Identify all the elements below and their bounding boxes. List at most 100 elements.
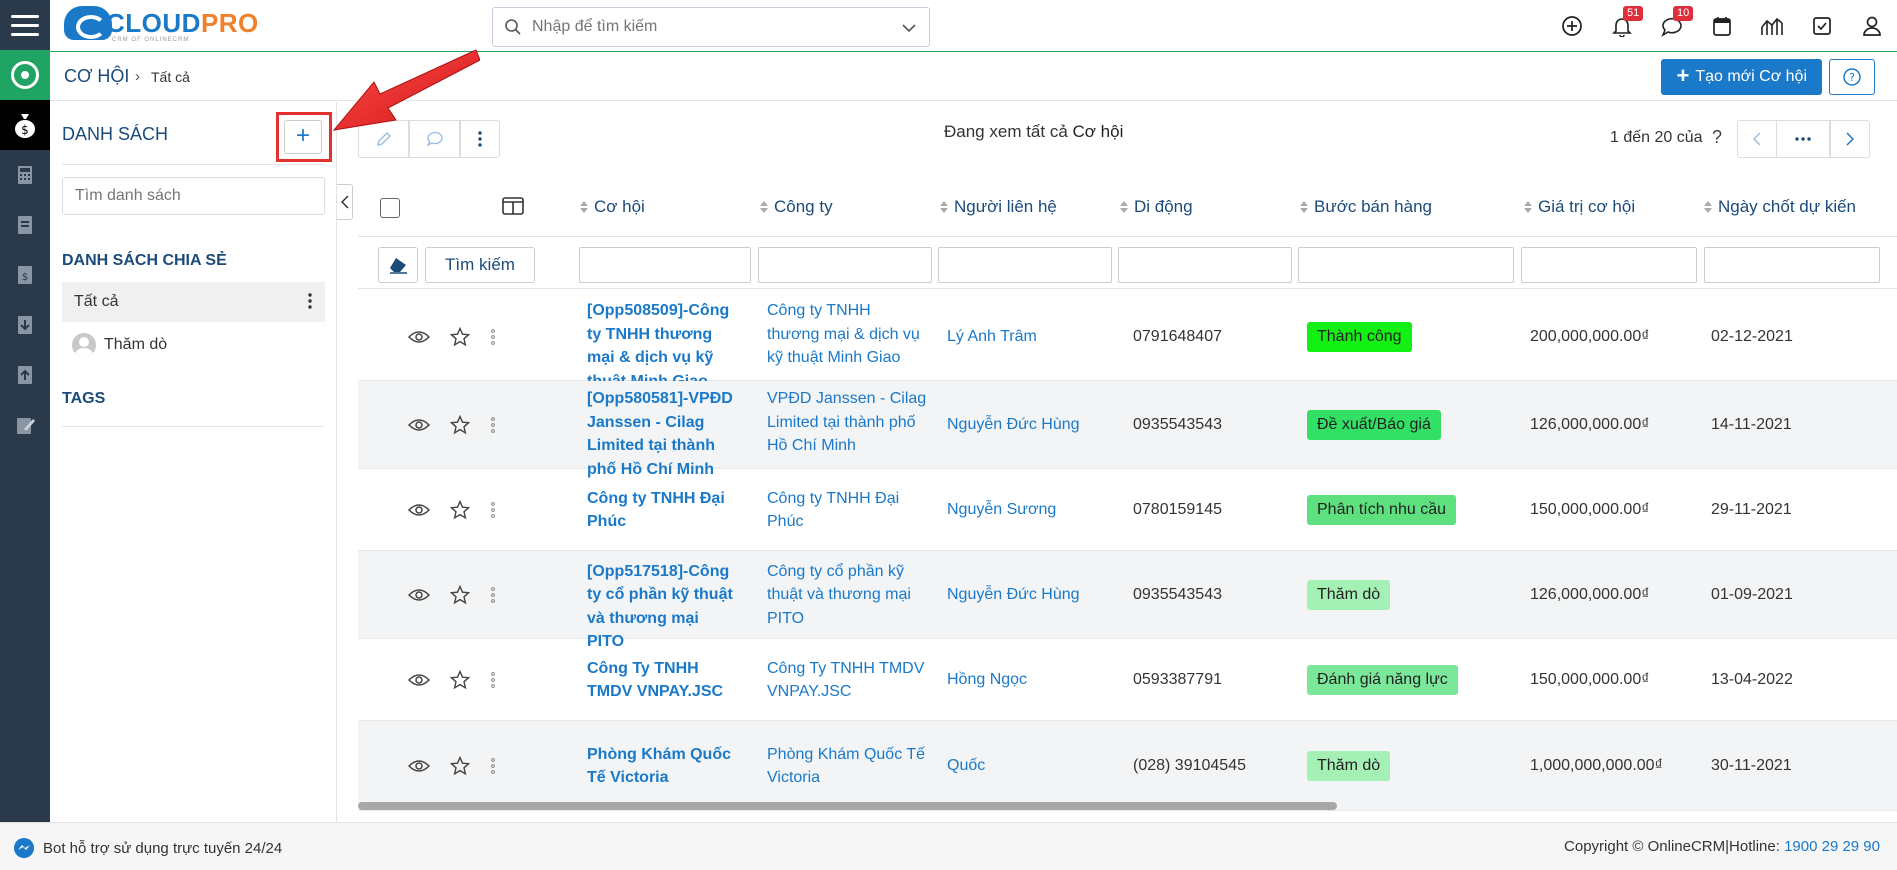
view-eye-icon[interactable] (408, 758, 430, 774)
view-eye-icon[interactable] (408, 329, 430, 345)
table-row[interactable]: Phòng Khám Quốc Tế Victoria Phòng Khám Q… (358, 721, 1897, 811)
calculator-icon[interactable] (0, 150, 50, 200)
dashboard-icon[interactable] (0, 50, 50, 100)
filter-company-input[interactable] (758, 247, 932, 283)
row-menu-icon[interactable] (490, 757, 496, 775)
contact-link[interactable]: Nguyễn Sương (947, 498, 1056, 522)
contact-link[interactable]: Hồng Ngọc (947, 668, 1027, 692)
filter-search-button[interactable]: Tìm kiếm (425, 247, 535, 283)
table-row[interactable]: Công Ty TNHH TMDV VNPAY.JSC Công Ty TNHH… (358, 639, 1897, 721)
import-icon[interactable] (0, 300, 50, 350)
chat-badge: 10 (1673, 6, 1694, 21)
opportunity-link[interactable]: Công ty TNHH Đại Phúc (587, 487, 737, 534)
view-eye-icon[interactable] (408, 417, 430, 433)
user-profile-icon[interactable] (1847, 0, 1897, 52)
column-layout-icon[interactable] (502, 197, 524, 215)
bot-support[interactable]: Bot hỗ trợ sử dụng trực tuyến 24/24 (13, 837, 282, 859)
row-menu-icon[interactable] (490, 328, 496, 346)
column-header-value[interactable]: Giá trị cơ hội (1524, 197, 1635, 217)
star-icon[interactable] (450, 327, 470, 347)
cloudpro-logo[interactable]: CLOUDPRO CRM OF ONLINECRM (64, 6, 259, 43)
row-menu-icon[interactable] (490, 501, 496, 519)
filter-mobile-input[interactable] (1118, 247, 1292, 283)
star-icon[interactable] (450, 415, 470, 435)
table-row[interactable]: [Opp517518]-Công ty cổ phần kỹ thuật và … (358, 551, 1897, 650)
company-link[interactable]: Phòng Khám Quốc Tế Victoria (767, 743, 927, 790)
company-link[interactable]: VPĐD Janssen - Cilag Limited tại thành p… (767, 387, 927, 458)
row-menu-icon[interactable] (490, 416, 496, 434)
hotline-link[interactable]: 1900 29 29 90 (1784, 838, 1880, 855)
filter-opportunity-input[interactable] (579, 247, 751, 283)
row-menu-icon[interactable] (490, 671, 496, 689)
view-eye-icon[interactable] (408, 502, 430, 518)
add-circle-icon[interactable] (1547, 0, 1597, 52)
contact-link[interactable]: Nguyễn Đức Hùng (947, 413, 1080, 437)
list-search-input[interactable] (62, 177, 325, 215)
export-icon[interactable] (0, 350, 50, 400)
filter-contact-input[interactable] (938, 247, 1112, 283)
kebab-menu-icon[interactable] (307, 292, 313, 310)
task-check-icon[interactable] (1797, 0, 1847, 52)
global-search-input[interactable] (532, 18, 872, 36)
notification-bell-icon[interactable]: 51 (1597, 0, 1647, 52)
global-search[interactable] (492, 7, 930, 47)
view-eye-icon[interactable] (408, 587, 430, 603)
create-opportunity-button[interactable]: + Tạo mới Cơ hội (1661, 59, 1822, 95)
breadcrumb-view: Tất cả (151, 69, 190, 85)
opportunity-link[interactable]: Phòng Khám Quốc Tế Victoria (587, 743, 737, 790)
star-icon[interactable] (450, 585, 470, 605)
company-link[interactable]: Công ty TNHH thương mại & dịch vụ kỹ thu… (767, 299, 927, 370)
list-item-tham-do[interactable]: Thăm dò (72, 330, 167, 360)
company-link[interactable]: Công Ty TNHH TMDV VNPAY.JSC (767, 657, 927, 704)
horizontal-scrollbar[interactable] (358, 802, 1337, 810)
row-menu-icon[interactable] (490, 586, 496, 604)
report-chart-icon[interactable] (1747, 0, 1797, 52)
opportunity-money-bag-icon[interactable]: $ (0, 100, 50, 150)
search-icon (505, 19, 521, 35)
filter-date-input[interactable] (1704, 247, 1880, 283)
footer: Bot hỗ trợ sử dụng trực tuyến 24/24 Copy… (0, 822, 1897, 870)
breadcrumb-module[interactable]: CƠ HỘI (64, 66, 129, 87)
select-all-checkbox[interactable] (380, 198, 400, 218)
list-item-all[interactable]: Tất cả (62, 282, 325, 322)
close-date: 29-11-2021 (1711, 501, 1792, 518)
invoice-icon[interactable]: $ (0, 250, 50, 300)
star-icon[interactable] (450, 756, 470, 776)
contact-link[interactable]: Lý Anh Trâm (947, 325, 1037, 349)
next-page-button[interactable] (1830, 120, 1870, 158)
star-icon[interactable] (450, 500, 470, 520)
company-link[interactable]: Công ty cổ phần kỹ thuật và thương mại P… (767, 560, 927, 631)
table-row[interactable]: Công ty TNHH Đại Phúc Công ty TNHH Đại P… (358, 469, 1897, 551)
table-row[interactable]: [Opp508509]-Công ty TNHH thương mại & dị… (358, 293, 1897, 390)
prev-page-button[interactable] (1737, 120, 1777, 158)
filter-stage-input[interactable] (1298, 247, 1514, 283)
column-header-close-date[interactable]: Ngày chốt dự kiến (1704, 197, 1856, 217)
column-header-sales-stage[interactable]: Bước bán hàng (1300, 197, 1432, 217)
table-row[interactable]: [Opp580581]-VPĐD Janssen - Cilag Limited… (358, 381, 1897, 478)
contact-link[interactable]: Quốc (947, 754, 985, 778)
column-header-contact[interactable]: Người liên hệ (940, 197, 1057, 217)
opportunity-link[interactable]: [Opp508509]-Công ty TNHH thương mại & dị… (587, 299, 737, 393)
menu-icon[interactable] (0, 0, 50, 50)
column-header-company[interactable]: Công ty (760, 197, 833, 217)
calendar-icon[interactable] (1697, 0, 1747, 52)
page-options-button[interactable] (1776, 120, 1830, 158)
edit-document-icon[interactable] (0, 400, 50, 450)
opportunity-link[interactable]: [Opp580581]-VPĐD Janssen - Cilag Limited… (587, 387, 737, 481)
view-eye-icon[interactable] (408, 672, 430, 688)
contact-link[interactable]: Nguyễn Đức Hùng (947, 583, 1080, 607)
pager-total-unknown[interactable]: ? (1712, 127, 1722, 148)
star-icon[interactable] (450, 670, 470, 690)
company-link[interactable]: Công ty TNHH Đại Phúc (767, 487, 927, 534)
filter-value-input[interactable] (1521, 247, 1697, 283)
sort-icon (1120, 201, 1128, 213)
column-header-opportunity[interactable]: Cơ hội (580, 197, 645, 217)
chat-bubble-icon[interactable]: 10 (1647, 0, 1697, 52)
column-header-mobile[interactable]: Di động (1120, 197, 1193, 217)
chevron-down-icon[interactable] (901, 20, 917, 36)
collapse-panel-button[interactable] (337, 184, 353, 220)
opportunity-link[interactable]: Công Ty TNHH TMDV VNPAY.JSC (587, 657, 737, 704)
clear-filter-button[interactable] (378, 247, 418, 283)
help-button[interactable]: ? (1829, 59, 1875, 95)
document-icon[interactable] (0, 200, 50, 250)
